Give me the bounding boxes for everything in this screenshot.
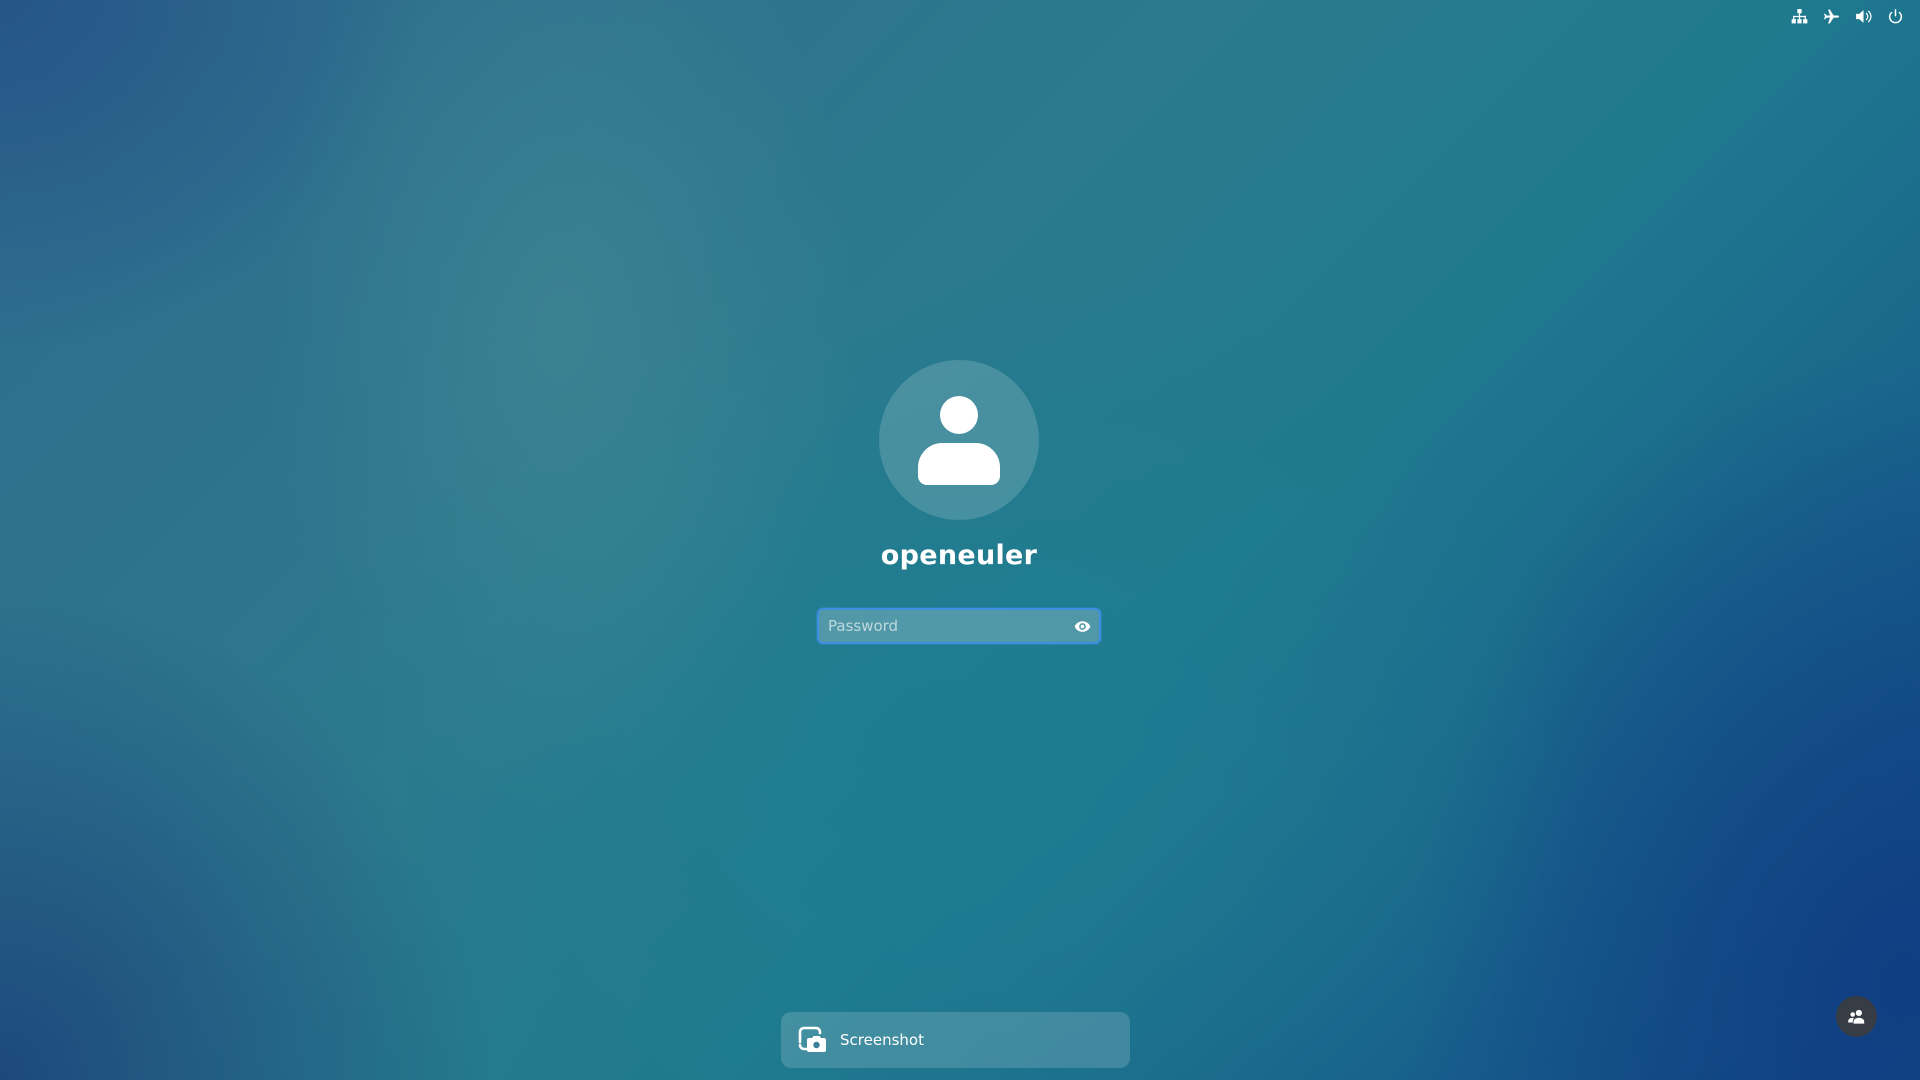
eye-icon[interactable] [1065, 610, 1099, 642]
switch-user-button[interactable] [1836, 996, 1877, 1037]
top-bar-tray [1788, 4, 1906, 28]
password-field [817, 608, 1101, 644]
switch-user-icon [1848, 1009, 1865, 1024]
screenshot-icon [796, 1024, 828, 1056]
power-icon[interactable] [1884, 4, 1906, 28]
screenshot-notification[interactable]: Screenshot [781, 1012, 1130, 1068]
username-label: openeuler [880, 540, 1038, 571]
network-wired-icon[interactable] [1788, 4, 1810, 28]
airplane-mode-icon[interactable] [1820, 4, 1842, 28]
user-avatar-icon [918, 396, 1000, 485]
user-avatar [879, 360, 1039, 520]
password-input[interactable] [819, 610, 1065, 642]
screenshot-notification-label: Screenshot [840, 1031, 924, 1049]
volume-icon[interactable] [1852, 4, 1874, 28]
